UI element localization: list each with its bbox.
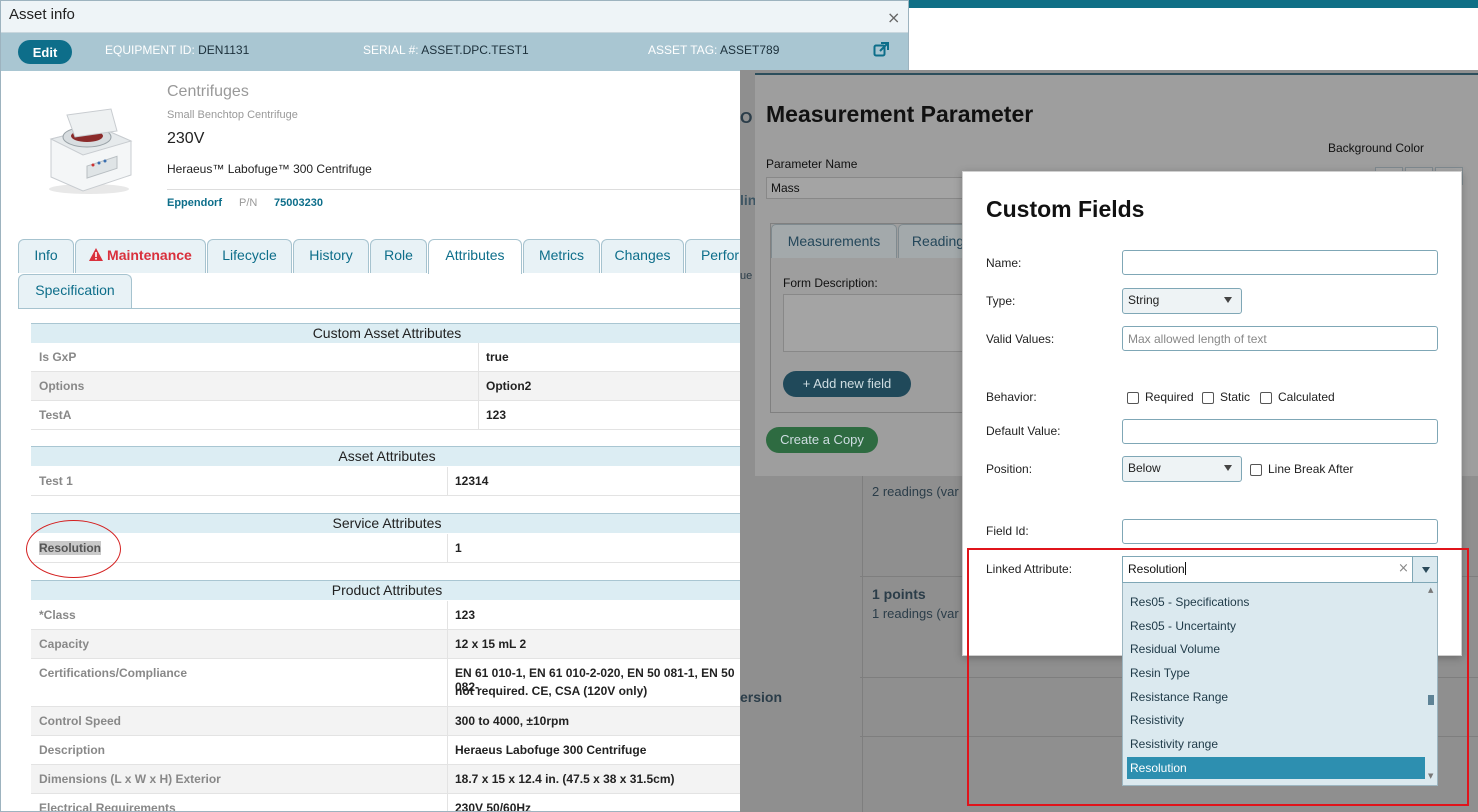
annotation-box xyxy=(967,548,1469,806)
parameter-name-input[interactable]: Mass xyxy=(766,177,966,199)
field-id-input[interactable] xyxy=(1122,519,1438,544)
product-subcategory: Small Benchtop Centrifuge xyxy=(167,109,298,121)
required-label: Required xyxy=(1145,390,1194,404)
section-product-attributes: Product Attributes xyxy=(31,580,743,600)
default-value-input[interactable] xyxy=(1122,419,1438,444)
tab-history[interactable]: History xyxy=(293,239,369,273)
line-break-after-label: Line Break After xyxy=(1268,462,1354,476)
top-strip xyxy=(908,0,1478,8)
window-titlebar: Asset info × xyxy=(1,1,908,33)
annotation-circle xyxy=(26,520,121,578)
table-row: *Class 123 xyxy=(31,601,743,630)
valid-values-label: Valid Values: xyxy=(986,332,1055,346)
measurements-panel: Measurements Reading Form Description: +… xyxy=(770,223,990,413)
table-row: Description Heraeus Labofuge 300 Centrif… xyxy=(31,736,743,765)
table-row: Is GxP true xyxy=(31,343,743,372)
section-custom-asset-attributes: Custom Asset Attributes xyxy=(31,323,743,343)
window-title: Asset info xyxy=(9,6,75,23)
edit-button[interactable]: Edit xyxy=(18,40,72,64)
static-checkbox[interactable] xyxy=(1202,392,1214,404)
position-select[interactable]: Below xyxy=(1122,456,1242,482)
product-image xyxy=(49,108,133,194)
part-number-link[interactable]: 75003230 xyxy=(274,197,323,209)
valid-values-input[interactable] xyxy=(1122,326,1438,351)
position-label: Position: xyxy=(986,462,1033,476)
add-new-field-button[interactable]: + Add new field xyxy=(783,371,911,397)
type-select[interactable]: String xyxy=(1122,288,1242,314)
table-row: Electrical Requirements 230V 50/60Hz xyxy=(31,794,743,811)
chevron-down-icon xyxy=(1224,297,1232,303)
calculated-label: Calculated xyxy=(1278,390,1335,404)
tab-role[interactable]: Role xyxy=(370,239,427,273)
parameter-name-label: Parameter Name xyxy=(766,157,858,171)
form-description-label: Form Description: xyxy=(783,276,878,290)
tab-baseline xyxy=(18,308,743,309)
tab-measurements[interactable]: Measurements xyxy=(771,224,897,258)
section-service-attributes: Service Attributes xyxy=(31,513,743,533)
manufacturer-link[interactable]: Eppendorf xyxy=(167,197,222,209)
background-color-label: Background Color xyxy=(1328,141,1425,155)
dialog-title: Measurement Parameter xyxy=(766,101,1034,127)
behavior-label: Behavior: xyxy=(986,390,1037,404)
tab-specification[interactable]: Specification xyxy=(18,274,132,308)
table-row: Dimensions (L x W x H) Exterior 18.7 x 1… xyxy=(31,765,743,794)
product-voltage: 230V xyxy=(167,130,205,147)
asset-tag: ASSET TAG: ASSET789 xyxy=(648,43,780,57)
table-row: Certifications/Compliance EN 61 010-1, E… xyxy=(31,659,743,707)
tab-info[interactable]: Info xyxy=(18,239,74,273)
equipment-id: EQUIPMENT ID: DEN1131 xyxy=(105,43,250,57)
table-row: Control Speed 300 to 4000, ±10rpm xyxy=(31,707,743,736)
name-label: Name: xyxy=(986,256,1022,270)
default-value-label: Default Value: xyxy=(986,424,1061,438)
product-name: Heraeus™ Labofuge™ 300 Centrifuge xyxy=(167,162,372,176)
tab-maintenance[interactable]: Maintenance xyxy=(75,239,206,273)
dialog-title: Custom Fields xyxy=(986,196,1145,222)
tab-attributes[interactable]: Attributes xyxy=(428,239,522,274)
divider xyxy=(167,189,767,190)
create-copy-button[interactable]: Create a Copy xyxy=(766,427,878,453)
version-text: ersion xyxy=(740,689,783,705)
calculated-checkbox[interactable] xyxy=(1260,392,1272,404)
part-number-label: P/N xyxy=(239,197,258,209)
chevron-down-icon xyxy=(1224,465,1232,471)
readings-summary-b: 1 readings (var xyxy=(872,606,959,621)
serial-number: SERIAL #: ASSET.DPC.TEST1 xyxy=(363,43,529,57)
table-row: Test 1 12314 xyxy=(31,467,743,496)
product-category: Centrifuges xyxy=(167,83,249,100)
warning-icon xyxy=(89,248,104,261)
name-input[interactable] xyxy=(1122,250,1438,275)
readings-summary-a: 2 readings (var xyxy=(872,484,959,499)
table-row: Capacity 12 x 15 mL 2 xyxy=(31,630,743,659)
table-row: TestA 123 xyxy=(31,401,743,430)
tab-lifecycle[interactable]: Lifecycle xyxy=(207,239,292,273)
section-asset-attributes: Asset Attributes xyxy=(31,446,743,466)
tab-changes[interactable]: Changes xyxy=(601,239,684,273)
external-link-icon[interactable] xyxy=(873,42,889,58)
table-row: Resolution 1 xyxy=(31,534,743,563)
asset-header-bar: Edit EQUIPMENT ID: DEN1131 SERIAL #: ASS… xyxy=(1,33,908,71)
line-break-after-checkbox[interactable] xyxy=(1250,464,1262,476)
static-label: Static xyxy=(1220,390,1251,404)
required-checkbox[interactable] xyxy=(1127,392,1139,404)
field-id-label: Field Id: xyxy=(986,524,1029,538)
form-description-input[interactable] xyxy=(783,294,983,352)
tab-metrics[interactable]: Metrics xyxy=(523,239,600,273)
type-label: Type: xyxy=(986,294,1016,308)
points-title-b: 1 points xyxy=(872,586,926,602)
table-row: Options Option2 xyxy=(31,372,743,401)
close-icon[interactable]: × xyxy=(887,8,900,27)
